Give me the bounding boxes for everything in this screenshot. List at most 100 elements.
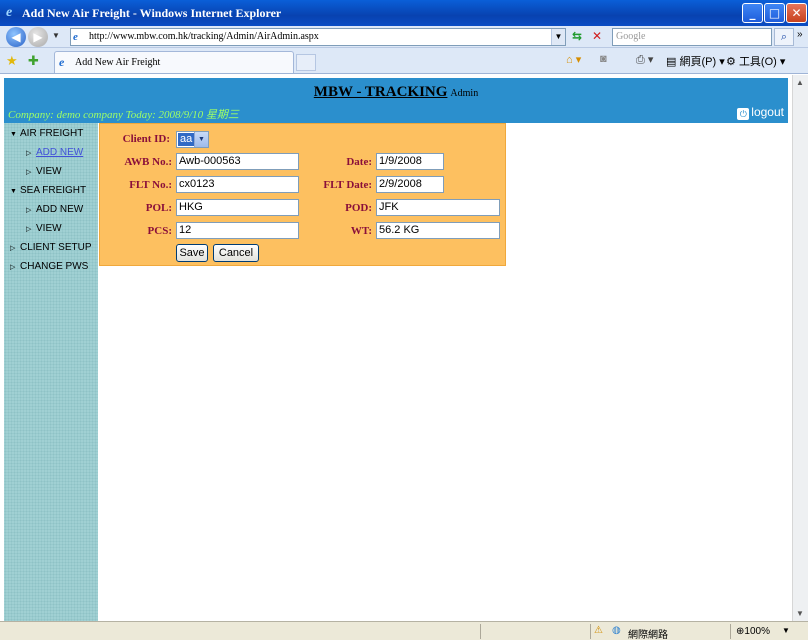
admin-label: Admin: [450, 88, 479, 99]
flt-no-input[interactable]: cx0123: [176, 176, 299, 193]
zoom-level[interactable]: ⊕100%: [736, 626, 770, 637]
sidebar-item-air-view[interactable]: ▷ VIEW: [26, 166, 62, 177]
awb-input[interactable]: Awb-000563: [176, 153, 299, 170]
title-bar: e Add New Air Freight - Windows Internet…: [0, 0, 808, 26]
address-toolbar: ◀ ▶ ▼ e http://www.mbw.com.hk/tracking/A…: [0, 26, 808, 48]
status-separator: [480, 624, 481, 639]
tab-title: Add New Air Freight: [75, 57, 161, 68]
history-dropdown-icon[interactable]: ▼: [52, 31, 60, 40]
sidebar-item-sea-add-new[interactable]: ▷ ADD NEW: [26, 204, 83, 215]
pod-label: POD:: [345, 202, 372, 214]
sidebar-item-sea-view[interactable]: ▷ VIEW: [26, 223, 62, 234]
search-placeholder: Google: [616, 31, 646, 42]
flt-no-label: FLT No.:: [129, 179, 172, 191]
pod-input[interactable]: JFK: [376, 199, 500, 216]
stop-icon[interactable]: ✕: [588, 29, 606, 45]
scroll-up-icon[interactable]: ▲: [796, 78, 804, 87]
cancel-button[interactable]: Cancel: [213, 244, 259, 262]
pcs-input[interactable]: 12: [176, 222, 299, 239]
ie-logo-icon: e: [6, 5, 13, 20]
status-separator: [730, 624, 731, 639]
flt-date-label: FLT Date:: [323, 179, 372, 191]
maximize-button[interactable]: □: [764, 3, 785, 23]
address-bar[interactable]: e http://www.mbw.com.hk/tracking/Admin/A…: [70, 28, 566, 46]
sidebar-menu: ▼ AIR FREIGHT ▷ ADD NEW ▷ VIEW ▼ SEA FREIGHT…: [4, 123, 98, 621]
company-date-info: Company: demo company Today: 2008/9/10 星…: [8, 109, 239, 121]
back-arrow-icon: ◀: [11, 30, 21, 44]
window-title: Add New Air Freight - Windows Internet E…: [22, 6, 282, 20]
expanded-triangle-icon: ▼: [10, 188, 17, 195]
tab-page-icon: e: [59, 55, 65, 69]
pol-input[interactable]: HKG: [176, 199, 299, 216]
sidebar-item-sea-freight[interactable]: ▼ SEA FREIGHT: [10, 185, 86, 196]
expanded-triangle-icon: ▼: [10, 131, 17, 138]
status-bar: ⚠ ◍ 網際網路 ⊕100% ▼: [0, 621, 808, 640]
protected-mode-icon[interactable]: ⚠: [594, 625, 603, 636]
tools-menu-label: 工具(O): [738, 56, 777, 68]
favorites-star-icon[interactable]: ★: [6, 53, 18, 69]
client-id-select[interactable]: aa ▼: [176, 131, 209, 148]
power-icon: ⏻: [737, 108, 750, 120]
minimize-button[interactable]: _: [742, 3, 763, 23]
air-freight-form: Client ID: aa ▼ AWB No.: Awb-000563 Date…: [99, 123, 506, 266]
home-icon[interactable]: ⌂ ▾: [566, 53, 581, 66]
page-viewport: MBW - TRACKING Admin Company: demo compan…: [0, 75, 792, 621]
vertical-scrollbar[interactable]: ▲ ▼: [792, 75, 808, 621]
page-menu[interactable]: ▤ 網頁(P) ▾: [666, 53, 725, 69]
banner-heading: MBW - TRACKING Admin: [4, 84, 788, 101]
sidebar-item-client-setup[interactable]: ▷ CLIENT SETUP: [10, 242, 92, 253]
wt-label: WT:: [350, 225, 372, 237]
brand-title[interactable]: MBW - TRACKING: [314, 84, 448, 100]
print-icon[interactable]: ⎙ ▾: [636, 53, 653, 67]
page-menu-icon: ▤: [666, 56, 677, 68]
pol-label: POL:: [145, 202, 172, 214]
date-input[interactable]: 1/9/2008: [376, 153, 444, 170]
logout-link[interactable]: ⏻ logout: [737, 105, 784, 120]
status-separator: [590, 624, 591, 639]
page-menu-label: 網頁(P): [679, 56, 717, 68]
bullet-triangle-icon: ▷: [26, 226, 32, 233]
back-button[interactable]: ◀: [6, 27, 26, 47]
bullet-triangle-icon: ▷: [26, 169, 32, 176]
date-label: Date:: [346, 156, 372, 168]
tools-menu[interactable]: ⚙ 工具(O) ▾: [726, 53, 785, 69]
flt-date-input[interactable]: 2/9/2008: [376, 176, 444, 193]
awb-label: AWB No.:: [124, 156, 172, 168]
add-favorites-icon[interactable]: ✚: [28, 53, 39, 69]
sidebar-item-air-freight[interactable]: ▼ AIR FREIGHT: [10, 128, 83, 139]
page-icon: e: [73, 31, 78, 43]
address-dropdown-icon[interactable]: ▼: [551, 29, 565, 45]
security-zone: 網際網路: [628, 630, 668, 640]
chevron-down-icon: ▼: [194, 132, 208, 147]
zoom-dropdown-icon[interactable]: ▼: [782, 626, 790, 635]
feeds-icon[interactable]: ◙: [600, 53, 607, 65]
address-url[interactable]: http://www.mbw.com.hk/tracking/Admin/Air…: [89, 31, 319, 42]
sidebar-item-change-pws[interactable]: ▷ CHANGE PWS: [10, 261, 88, 272]
forward-arrow-icon: ▶: [33, 30, 43, 44]
client-id-label: Client ID:: [122, 133, 170, 145]
pcs-label: PCS:: [147, 225, 172, 237]
close-button[interactable]: ✕: [786, 3, 807, 23]
tab-toolbar: ★ ✚ e Add New Air Freight ⌂ ▾ ◙ ⎙ ▾ ▤ 網頁…: [0, 48, 808, 74]
new-tab-button[interactable]: [296, 54, 316, 71]
forward-button[interactable]: ▶: [28, 27, 48, 47]
client-id-value: aa: [178, 133, 195, 146]
search-icon: ⌕: [780, 31, 788, 43]
refresh-icon[interactable]: ⇆: [568, 29, 586, 45]
tab-add-new-air-freight[interactable]: e Add New Air Freight: [54, 51, 294, 73]
globe-icon: ◍: [612, 625, 621, 636]
save-button[interactable]: Save: [176, 244, 208, 262]
search-input[interactable]: Google: [612, 28, 772, 46]
page-banner: MBW - TRACKING Admin Company: demo compan…: [4, 78, 788, 123]
search-button[interactable]: ⌕: [774, 28, 794, 46]
toolbar-overflow-icon[interactable]: »: [797, 29, 803, 40]
gear-icon: ⚙: [726, 56, 736, 68]
collapsed-triangle-icon: ▷: [10, 264, 16, 271]
scroll-down-icon[interactable]: ▼: [796, 609, 804, 618]
logout-label: logout: [751, 105, 784, 119]
bullet-triangle-icon: ▷: [26, 207, 32, 214]
collapsed-triangle-icon: ▷: [10, 245, 16, 252]
bullet-triangle-icon: ▷: [26, 150, 32, 157]
wt-input[interactable]: 56.2 KG: [376, 222, 500, 239]
sidebar-item-air-add-new[interactable]: ▷ ADD NEW: [26, 147, 83, 158]
